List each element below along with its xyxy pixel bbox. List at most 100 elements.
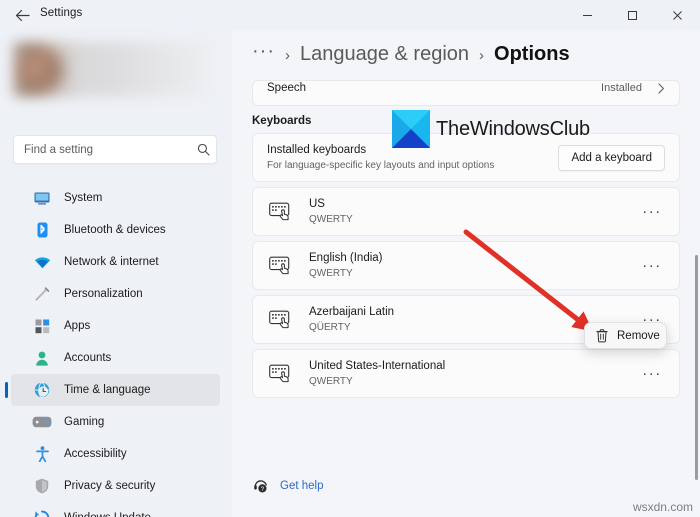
speech-row-card[interactable]: Speech Installed xyxy=(252,80,680,106)
search-icon xyxy=(190,143,216,156)
gamepad-icon xyxy=(32,413,52,431)
thewindowsclub-watermark: TheWindowsClub xyxy=(392,110,590,148)
keyboard-layout: QWERTY xyxy=(309,213,353,227)
search-box[interactable] xyxy=(13,135,217,164)
search-input[interactable] xyxy=(14,144,190,156)
keyboard-layout: QWERTY xyxy=(309,267,383,281)
thewindowsclub-watermark-text: TheWindowsClub xyxy=(436,118,590,141)
get-help-label: Get help xyxy=(280,480,323,492)
keyboard-name: US xyxy=(309,197,353,212)
keyboard-more-options-button[interactable]: ··· xyxy=(639,361,665,387)
keyboard-row[interactable]: United States-International QWERTY ··· xyxy=(253,350,679,397)
keyboard-name: Azerbaijani Latin xyxy=(309,305,394,320)
content-scrollbar[interactable] xyxy=(695,255,698,480)
close-icon xyxy=(672,10,683,21)
keyboard-layout: QWERTY xyxy=(309,375,445,389)
page-title: Options xyxy=(494,43,570,66)
sidebar-item-label: Time & language xyxy=(64,384,151,396)
wifi-icon xyxy=(32,253,52,271)
app-title: Settings xyxy=(40,7,82,19)
clock-globe-icon xyxy=(32,381,52,399)
wsxdn-watermark: wsxdn.com xyxy=(633,500,693,514)
help-question-icon: ? xyxy=(252,477,270,495)
settings-window: Settings xyxy=(0,0,700,517)
context-menu-item-remove[interactable]: Remove xyxy=(617,330,660,342)
context-menu: Remove xyxy=(584,322,667,349)
sidebar-item-label: Accessibility xyxy=(64,448,127,460)
keyboard-name: English (India) xyxy=(309,251,383,266)
arrow-left-icon xyxy=(15,9,30,22)
minimize-icon xyxy=(582,10,593,21)
sidebar-item-label: Gaming xyxy=(64,416,104,428)
keyboard-layout: QÜERTY xyxy=(309,321,394,335)
sidebar-item-label: Personalization xyxy=(64,288,143,300)
maximize-button[interactable] xyxy=(610,0,655,30)
paintbrush-icon xyxy=(32,285,52,303)
speech-row-title: Speech xyxy=(267,82,306,94)
speech-row-status: Installed xyxy=(601,82,642,94)
installed-keyboards-subtitle: For language-specific key layouts and in… xyxy=(267,159,494,173)
keyboard-row[interactable]: US QWERTY ··· xyxy=(253,188,679,235)
sidebar-item-windows-update[interactable]: Windows Update xyxy=(11,502,220,517)
keyboard-row-card[interactable]: United States-International QWERTY ··· xyxy=(252,349,680,398)
keyboard-row-texts: US QWERTY xyxy=(309,197,353,227)
keyboard-row[interactable]: English (India) QWERTY ··· xyxy=(253,242,679,289)
sidebar-item-personalization[interactable]: Personalization xyxy=(11,278,220,310)
keyboard-icon xyxy=(267,362,295,386)
sidebar-item-accessibility[interactable]: Accessibility xyxy=(11,438,220,470)
monitor-icon xyxy=(32,189,52,207)
sidebar-item-network-internet[interactable]: Network & internet xyxy=(11,246,220,278)
speech-row-status-group: Installed xyxy=(601,82,665,94)
close-button[interactable] xyxy=(655,0,700,30)
sidebar-item-label: Privacy & security xyxy=(64,480,155,492)
user-profile-blurred[interactable] xyxy=(13,42,210,97)
maximize-icon xyxy=(627,10,638,21)
sidebar-nav: System Bluetooth & devices xyxy=(0,182,232,517)
apps-icon xyxy=(32,317,52,335)
sidebar: System Bluetooth & devices xyxy=(0,30,232,517)
breadcrumb-language-region[interactable]: Language & region xyxy=(300,43,469,66)
shield-icon xyxy=(32,477,52,495)
keyboard-icon xyxy=(267,308,295,332)
breadcrumb-overflow-button[interactable]: ··· xyxy=(252,41,275,61)
sidebar-item-label: Accounts xyxy=(64,352,111,364)
svg-text:?: ? xyxy=(261,486,265,493)
minimize-button[interactable] xyxy=(565,0,610,30)
content-pane: ··· › Language & region › Options Speech… xyxy=(232,30,700,517)
keyboard-more-options-button[interactable]: ··· xyxy=(639,253,665,279)
sidebar-item-label: Apps xyxy=(64,320,90,332)
sidebar-item-apps[interactable]: Apps xyxy=(11,310,220,342)
sidebar-item-gaming[interactable]: Gaming xyxy=(11,406,220,438)
sidebar-item-time-language[interactable]: Time & language xyxy=(11,374,220,406)
person-icon xyxy=(32,349,52,367)
keyboard-icon xyxy=(267,254,295,278)
sidebar-item-label: System xyxy=(64,192,102,204)
keyboard-more-options-button[interactable]: ··· xyxy=(639,199,665,225)
keyboard-icon xyxy=(267,200,295,224)
get-help-link[interactable]: ? Get help xyxy=(252,477,323,495)
sidebar-item-bluetooth-devices[interactable]: Bluetooth & devices xyxy=(11,214,220,246)
keyboard-row-card[interactable]: US QWERTY ··· xyxy=(252,187,680,236)
sidebar-item-label: Windows Update xyxy=(64,512,151,517)
thewindowsclub-logo-icon xyxy=(392,110,430,148)
trash-icon xyxy=(594,329,609,343)
breadcrumb: ··· › Language & region › Options xyxy=(252,43,570,66)
back-button[interactable] xyxy=(10,4,34,26)
sidebar-item-accounts[interactable]: Accounts xyxy=(11,342,220,374)
sidebar-item-system[interactable]: System xyxy=(11,182,220,214)
accessibility-icon xyxy=(32,445,52,463)
bluetooth-icon xyxy=(32,221,52,239)
scrollbar-thumb[interactable] xyxy=(695,255,698,480)
keyboard-row-texts: United States-International QWERTY xyxy=(309,359,445,389)
breadcrumb-separator-2: › xyxy=(479,47,484,64)
window-controls xyxy=(565,0,700,30)
sidebar-item-label: Bluetooth & devices xyxy=(64,224,166,236)
keyboard-row-card[interactable]: English (India) QWERTY ··· xyxy=(252,241,680,290)
speech-row[interactable]: Speech Installed xyxy=(253,80,679,106)
chevron-right-icon xyxy=(658,83,665,94)
add-a-keyboard-button[interactable]: Add a keyboard xyxy=(558,145,665,171)
sidebar-item-privacy-security[interactable]: Privacy & security xyxy=(11,470,220,502)
keyboard-name: United States-International xyxy=(309,359,445,374)
keyboard-row-texts: English (India) QWERTY xyxy=(309,251,383,281)
breadcrumb-separator-1: › xyxy=(285,47,290,64)
